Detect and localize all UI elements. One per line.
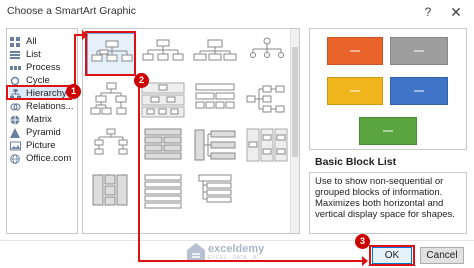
layout-horizontal-hierarchy[interactable] xyxy=(243,79,291,121)
close-button[interactable]: ✕ xyxy=(448,4,464,20)
title-bar: Choose a SmartArt Graphic ? ✕ xyxy=(0,0,474,24)
category-label: Relations... xyxy=(26,101,74,112)
layout-multi-level-list[interactable] xyxy=(87,171,135,213)
layout-circle-picture-hierarchy[interactable] xyxy=(243,33,291,75)
globe-icon xyxy=(9,153,21,164)
process-icon xyxy=(9,63,21,73)
category-relationship[interactable]: Relations... xyxy=(9,100,77,113)
category-matrix[interactable]: Matrix xyxy=(9,113,77,126)
layout-picture-org-chart[interactable] xyxy=(139,171,187,213)
step-badge-3: 3 xyxy=(355,234,370,249)
step-arrow-2-vertical xyxy=(138,80,140,262)
preview-block-blue xyxy=(390,77,448,105)
layout-hierarchy-list[interactable] xyxy=(139,125,187,167)
preview-block-gray xyxy=(390,37,448,65)
help-button[interactable]: ? xyxy=(420,4,436,20)
cancel-button[interactable]: Cancel xyxy=(420,247,464,264)
relationship-icon xyxy=(9,102,21,112)
category-label: Matrix xyxy=(26,114,52,125)
layout-architecture[interactable] xyxy=(87,125,135,167)
layout-table-hierarchy[interactable] xyxy=(191,79,239,121)
preview-description: Use to show non-sequential or grouped bl… xyxy=(309,172,467,234)
dialog-title: Choose a SmartArt Graphic xyxy=(7,5,136,17)
highlight-organization-chart xyxy=(85,31,136,76)
preview-block-yellow xyxy=(327,77,383,105)
highlight-hierarchy xyxy=(6,85,72,100)
picture-icon xyxy=(9,141,21,151)
preview-block-green xyxy=(359,117,417,145)
category-list: All List Process Cycle Hierarchy Relatio… xyxy=(6,28,78,234)
step-badge-2: 2 xyxy=(134,73,149,88)
category-all[interactable]: All xyxy=(9,35,77,48)
step-arrow-2-head xyxy=(362,256,368,266)
step-badge-1: 1 xyxy=(66,84,81,99)
category-label: Picture xyxy=(26,140,56,151)
pyramid-icon xyxy=(9,127,21,138)
category-picture[interactable]: Picture xyxy=(9,139,77,152)
layout-table-list[interactable] xyxy=(191,171,239,213)
step-arrow-1-vertical xyxy=(74,34,76,86)
category-list-item[interactable]: List xyxy=(9,48,77,61)
category-label: All xyxy=(26,36,37,47)
category-label: Office.com xyxy=(26,153,72,164)
step-arrow-2-horizontal xyxy=(138,260,366,262)
layout-horizontal-labeled-hierarchy[interactable] xyxy=(243,125,291,167)
layout-hierarchy[interactable] xyxy=(87,79,135,121)
category-label: Process xyxy=(26,62,61,73)
grid-icon xyxy=(9,36,21,47)
preview-block-orange xyxy=(327,37,383,65)
layout-preview xyxy=(309,28,467,150)
matrix-icon xyxy=(9,115,21,125)
gallery-scrollbar[interactable] xyxy=(290,29,299,233)
category-label: List xyxy=(26,49,41,60)
watermark-name: exceldemy xyxy=(208,243,265,255)
category-label: Pyramid xyxy=(26,127,61,138)
preview-title: Basic Block List xyxy=(315,156,397,168)
category-process[interactable]: Process xyxy=(9,61,77,74)
layout-lined-list[interactable] xyxy=(191,125,239,167)
list-icon xyxy=(9,50,21,60)
highlight-ok-button xyxy=(369,245,415,266)
category-office-com[interactable]: Office.com xyxy=(9,152,77,165)
layout-half-circle-org-chart[interactable] xyxy=(191,33,239,75)
layout-name-title-org-chart[interactable] xyxy=(139,33,187,75)
cycle-icon xyxy=(9,76,21,86)
category-pyramid[interactable]: Pyramid xyxy=(9,126,77,139)
exceldemy-logo-icon xyxy=(187,243,205,261)
